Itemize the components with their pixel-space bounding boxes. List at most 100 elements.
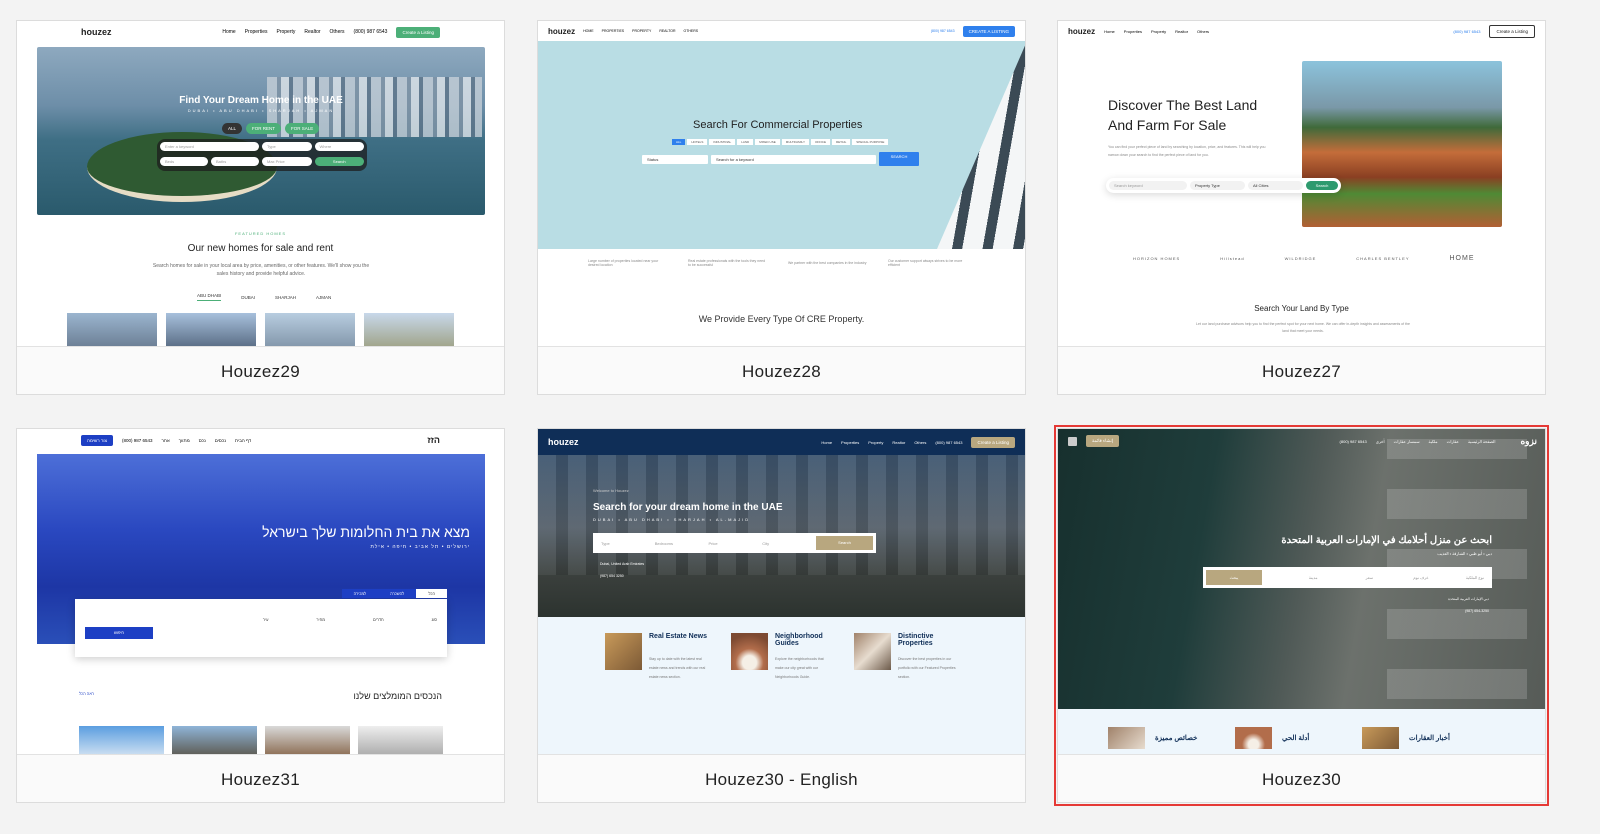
phone: (800) 987 6543 (935, 439, 963, 445)
hero-subtitle: DUBAI • ABU DHABI • SHARJAH • AJMAN (187, 108, 335, 113)
hero-image: Search For Commercial Properties ALL HOTE… (538, 41, 1025, 249)
demo-label[interactable]: Houzez30 (1058, 754, 1545, 802)
category-tab: HOTELS (687, 139, 708, 145)
hero-image (1302, 61, 1502, 227)
nav-item: Others (1197, 28, 1210, 34)
nav-item: Properties (841, 439, 860, 445)
tab: FOR RENT (246, 123, 282, 134)
nav-item: דף הבית (234, 437, 252, 443)
phone: (800) 987 6543 (1339, 438, 1367, 444)
address: دبي الإمارات العربية المتحدة (1448, 597, 1489, 601)
search-button: Search (314, 156, 364, 166)
nav-item: נכסים (214, 437, 226, 443)
demo-preview: houzez Home Properties Property Realtor … (538, 429, 1025, 754)
listing-thumbnail (79, 726, 164, 754)
section-title: הנכסים המומלצים שלנו (353, 691, 442, 701)
field: Where (314, 142, 364, 151)
search-form: Enter a keyword Type Where Beds Baths Max… (157, 139, 367, 171)
nav-item: Others (329, 29, 345, 35)
demo-label[interactable]: Houzez28 (538, 346, 1025, 394)
search-button: Search (816, 536, 873, 550)
nav-item: PROPERTIES (601, 29, 625, 33)
demo-label[interactable]: Houzez29 (17, 346, 504, 394)
listing-thumbnail (67, 313, 157, 346)
demo-preview: houzez HOME PROPERTIES PROPERTY REALTOR … (538, 21, 1025, 346)
feature-image (1362, 727, 1399, 749)
preview-nav: houzez HOME PROPERTIES PROPERTY REALTOR … (538, 21, 1025, 41)
feature-title: أخبار العقارات (1409, 735, 1450, 742)
demo-card-houzez28[interactable]: houzez HOME PROPERTIES PROPERTY REALTOR … (537, 20, 1026, 395)
tab: להשכרה (378, 589, 417, 598)
listing-thumbnail (265, 313, 355, 346)
feature-text: Explore the neighborhoods that make our … (775, 657, 824, 679)
field: Search keyword (1109, 181, 1187, 190)
demo-card-houzez30[interactable]: نزوه الصفحة الرئيسية عقارات ملكية سمسار … (1054, 425, 1549, 806)
nav-item: Others (914, 439, 927, 445)
feature-image (1108, 727, 1145, 749)
nav-item: Realtor (1175, 28, 1189, 34)
tab: ALL (222, 123, 243, 134)
tab: הכל (416, 589, 447, 598)
logo: houzez (548, 437, 579, 447)
hero-subtitle: DUBAI • ABU DHABI • SHARJAH • AL-MAJID (593, 517, 751, 522)
field: סוג (431, 617, 437, 622)
hero-title: Find Your Dream Home in the UAE (179, 95, 343, 106)
feature-image (731, 633, 768, 670)
logo: نزوه (1520, 435, 1537, 446)
category-tab: MULTIFAMILY (781, 139, 809, 145)
nav-item: الصفحة الرئيسية (1468, 438, 1496, 444)
category-tab: SPECIAL PURPOSE (852, 139, 889, 145)
phone-contact: (987) 654 3250 (600, 574, 624, 578)
feature-title: Distinctive Properties (898, 633, 934, 647)
feature: Real estate professionals with the tools… (688, 259, 766, 267)
phone-contact: (987) 654-3250 (1465, 609, 1489, 613)
nav-item: Properties (244, 29, 268, 35)
feature: Large number of properties located near … (588, 259, 659, 267)
demo-card-houzez29[interactable]: houzez Home Properties Property Realtor … (16, 20, 505, 395)
hero-title: Discover The Best Land And Farm For Sale (1108, 97, 1258, 133)
nav-item: سمسار عقارات (1393, 438, 1420, 444)
nav-item: أخرى (1375, 438, 1385, 444)
demo-preview: houzez Home Properties Property Realtor … (17, 21, 504, 346)
field: Baths (211, 156, 259, 166)
field: نوع الملكية (1465, 575, 1484, 580)
preview-nav: houzez Home Properties Property Realtor … (1058, 21, 1545, 41)
user-icon (1068, 436, 1077, 446)
search-button: Search (1306, 181, 1338, 190)
category-tab: OFFICE (810, 139, 830, 145)
demo-card-houzez27[interactable]: houzez Home Properties Property Realtor … (1057, 20, 1546, 395)
address: Dubai, United Arab Emirates (600, 562, 645, 566)
field: غرف نوم (1413, 575, 1429, 580)
phone: (800) 987 6543 (122, 437, 153, 443)
feature-title: Neighborhood Guides (775, 633, 823, 647)
partner-logo: CHARLES BENTLEY (1356, 256, 1410, 261)
demo-card-houzez31[interactable]: הזז דף הבית נכסים נכס מתווך אחר (800) 98… (16, 428, 505, 803)
demo-label[interactable]: Houzez27 (1058, 346, 1545, 394)
nav-item: OTHERS (683, 29, 699, 33)
hero-title: Search For Commercial Properties (693, 119, 863, 131)
hero-image: Welcome to Houzez Search for your dream … (538, 455, 1025, 617)
field: Property Type (1190, 181, 1245, 190)
field: Bedrooms (654, 540, 673, 546)
preview-nav: نزوه الصفحة الرئيسية عقارات ملكية سمسار … (1058, 429, 1545, 453)
demo-label[interactable]: Houzez31 (17, 754, 504, 802)
nav-item: Property (868, 439, 884, 445)
hero-image: Find Your Dream Home in the UAE DUBAI • … (37, 47, 485, 215)
nav-item: REALTOR (659, 29, 676, 33)
listing-thumbnail (265, 726, 350, 754)
demo-preview: הזז דף הבית נכסים נכס מתווך אחר (800) 98… (17, 429, 504, 754)
cta-button: إنشاء قائمة (1086, 435, 1120, 447)
demo-card-houzez30-english[interactable]: houzez Home Properties Property Realtor … (537, 428, 1026, 803)
logo: houzez (81, 27, 112, 37)
field: Type (601, 540, 610, 546)
field: Price (708, 540, 718, 546)
partner-logo: Hillstead (1220, 256, 1245, 261)
city-tab: SHARJAH (275, 294, 297, 300)
demo-label[interactable]: Houzez30 - English (538, 754, 1025, 802)
nav-item: Property (1151, 28, 1167, 34)
search-button: يبحث (1206, 570, 1262, 585)
cta-button: צור רשימה (81, 434, 113, 446)
nav-item: ملكية (1428, 438, 1438, 444)
listing-thumbnail (358, 726, 443, 754)
view-all-link: ראה הכל (79, 691, 94, 696)
